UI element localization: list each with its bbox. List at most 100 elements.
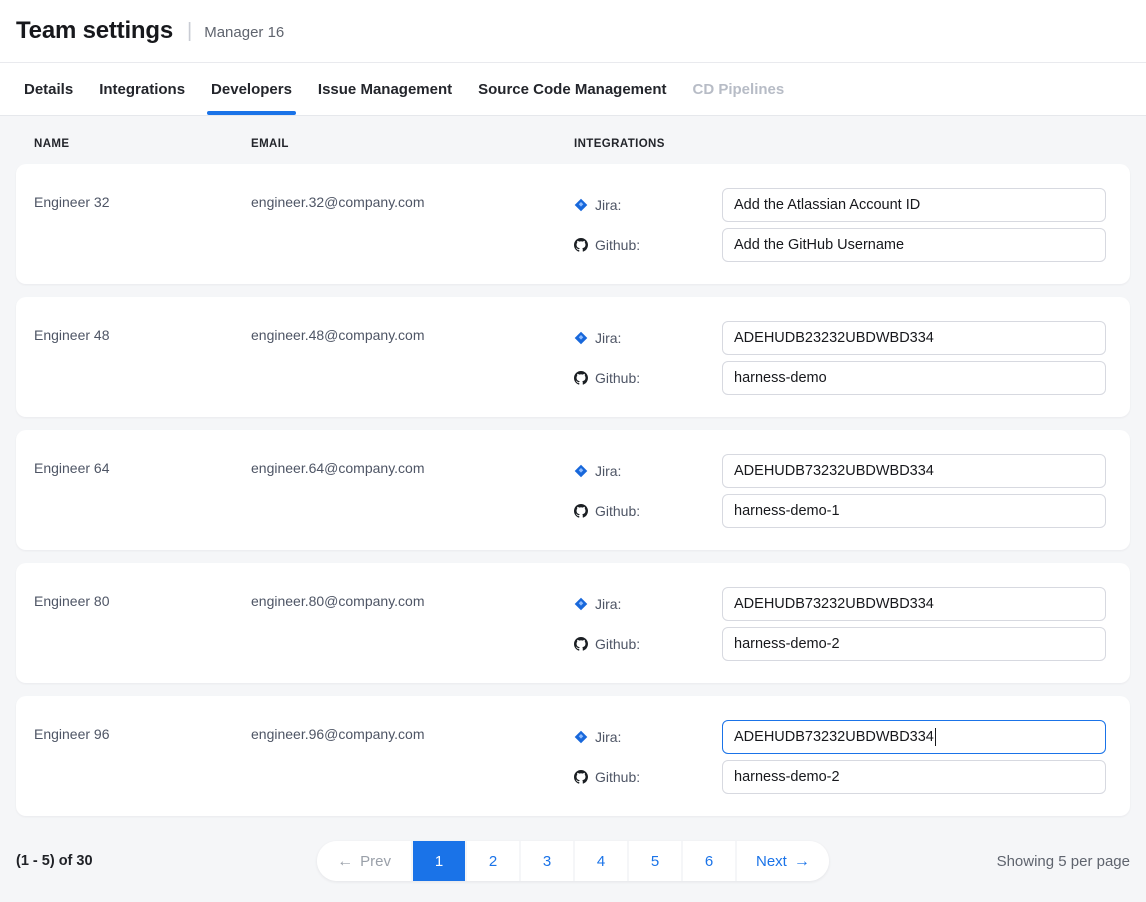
developer-name: Engineer 80: [34, 587, 251, 608]
integrations-cell: Jira: ADEHUDB73232UBDWBD334 Github: harn…: [574, 720, 1106, 794]
jira-integration-row: Jira: ADEHUDB73232UBDWBD334: [574, 720, 1106, 754]
github-label-text: Github:: [595, 769, 640, 785]
tab-source-code-management[interactable]: Source Code Management: [465, 63, 679, 115]
table-row: Engineer 32 engineer.32@company.com Jira…: [16, 164, 1130, 284]
tab-bar: Details Integrations Developers Issue Ma…: [0, 63, 1146, 116]
jira-label-text: Jira:: [595, 330, 621, 346]
page-title: Team settings: [16, 17, 173, 45]
page-button-4[interactable]: 4: [573, 841, 627, 881]
developer-name: Engineer 96: [34, 720, 251, 741]
github-integration-row: Github: harness-demo-2: [574, 760, 1106, 794]
jira-input-value: Add the Atlassian Account ID: [734, 197, 920, 213]
developer-email: engineer.96@company.com: [251, 720, 574, 741]
github-label-text: Github:: [595, 503, 640, 519]
github-username-input[interactable]: harness-demo-1: [722, 494, 1106, 528]
tab-integrations[interactable]: Integrations: [86, 63, 198, 115]
developer-email: engineer.32@company.com: [251, 188, 574, 209]
developers-table: NAME EMAIL INTEGRATIONS Engineer 32 engi…: [0, 116, 1146, 881]
per-page-text: Showing 5 per page: [829, 853, 1130, 870]
github-username-input[interactable]: harness-demo-2: [722, 627, 1106, 661]
github-label: Github:: [574, 503, 722, 519]
jira-integration-row: Jira: ADEHUDB73232UBDWBD334: [574, 454, 1106, 488]
table-row: Engineer 96 engineer.96@company.com Jira…: [16, 696, 1130, 816]
page-subtitle: Manager 16: [204, 22, 284, 41]
jira-input-value: ADEHUDB73232UBDWBD334: [734, 729, 934, 745]
jira-integration-row: Jira: ADEHUDB23232UBDWBD334: [574, 321, 1106, 355]
text-caret: [935, 728, 937, 746]
jira-account-id-input[interactable]: ADEHUDB23232UBDWBD334: [722, 321, 1106, 355]
github-label-text: Github:: [595, 237, 640, 253]
github-integration-row: Github: harness-demo-2: [574, 627, 1106, 661]
page-button-2[interactable]: 2: [465, 841, 519, 881]
developer-email: engineer.48@company.com: [251, 321, 574, 342]
table-header-row: NAME EMAIL INTEGRATIONS: [16, 116, 1130, 164]
github-label: Github:: [574, 636, 722, 652]
next-page-button[interactable]: Next →: [735, 841, 829, 881]
jira-integration-row: Jira: ADEHUDB73232UBDWBD334: [574, 587, 1106, 621]
page-button-6[interactable]: 6: [681, 841, 735, 881]
developer-name: Engineer 32: [34, 188, 251, 209]
github-mark-icon: [574, 371, 588, 385]
github-integration-row: Github: harness-demo-1: [574, 494, 1106, 528]
page-button-5[interactable]: 5: [627, 841, 681, 881]
jira-label: Jira:: [574, 596, 722, 612]
jira-diamond-icon: [574, 464, 588, 478]
integrations-cell: Jira: ADEHUDB73232UBDWBD334 Github: harn…: [574, 454, 1106, 528]
tab-cd-pipelines: CD Pipelines: [680, 63, 798, 115]
github-label: Github:: [574, 370, 722, 386]
jira-label: Jira:: [574, 330, 722, 346]
jira-label-text: Jira:: [595, 197, 621, 213]
github-username-input[interactable]: harness-demo: [722, 361, 1106, 395]
jira-input-value: ADEHUDB73232UBDWBD334: [734, 596, 934, 612]
pager: ← Prev 1 2 3 4 5 6 Next →: [317, 841, 829, 881]
github-label-text: Github:: [595, 636, 640, 652]
jira-account-id-input[interactable]: ADEHUDB73232UBDWBD334: [722, 587, 1106, 621]
page-button-1[interactable]: 1: [411, 841, 465, 881]
table-row: Engineer 48 engineer.48@company.com Jira…: [16, 297, 1130, 417]
github-username-input[interactable]: Add the GitHub Username: [722, 228, 1106, 262]
github-label: Github:: [574, 237, 722, 253]
jira-label: Jira:: [574, 729, 722, 745]
column-header-email: EMAIL: [251, 138, 574, 150]
table-row: Engineer 80 engineer.80@company.com Jira…: [16, 563, 1130, 683]
integrations-cell: Jira: Add the Atlassian Account ID Githu…: [574, 188, 1106, 262]
jira-account-id-input[interactable]: ADEHUDB73232UBDWBD334: [722, 454, 1106, 488]
jira-diamond-icon: [574, 331, 588, 345]
github-integration-row: Github: Add the GitHub Username: [574, 228, 1106, 262]
github-username-input[interactable]: harness-demo-2: [722, 760, 1106, 794]
jira-label: Jira:: [574, 197, 722, 213]
github-mark-icon: [574, 238, 588, 252]
page-header: Team settings | Manager 16: [0, 0, 1146, 63]
github-input-value: harness-demo-2: [734, 769, 840, 785]
tab-issue-management[interactable]: Issue Management: [305, 63, 465, 115]
prev-label: Prev: [360, 853, 391, 870]
jira-account-id-input[interactable]: Add the Atlassian Account ID: [722, 188, 1106, 222]
prev-page-button[interactable]: ← Prev: [317, 841, 411, 881]
jira-diamond-icon: [574, 730, 588, 744]
github-mark-icon: [574, 504, 588, 518]
jira-label-text: Jira:: [595, 729, 621, 745]
github-mark-icon: [574, 637, 588, 651]
jira-input-value: ADEHUDB73232UBDWBD334: [734, 463, 934, 479]
github-input-value: Add the GitHub Username: [734, 237, 904, 253]
github-integration-row: Github: harness-demo: [574, 361, 1106, 395]
jira-label: Jira:: [574, 463, 722, 479]
developer-email: engineer.64@company.com: [251, 454, 574, 475]
next-label: Next: [756, 853, 787, 870]
github-label-text: Github:: [595, 370, 640, 386]
tab-details[interactable]: Details: [11, 63, 86, 115]
jira-integration-row: Jira: Add the Atlassian Account ID: [574, 188, 1106, 222]
integrations-cell: Jira: ADEHUDB73232UBDWBD334 Github: harn…: [574, 587, 1106, 661]
tab-developers[interactable]: Developers: [198, 63, 305, 115]
github-input-value: harness-demo-2: [734, 636, 840, 652]
developer-name: Engineer 64: [34, 454, 251, 475]
result-count: (1 - 5) of 30: [16, 853, 317, 869]
jira-account-id-input-focused[interactable]: ADEHUDB73232UBDWBD334: [722, 720, 1106, 754]
developer-email: engineer.80@company.com: [251, 587, 574, 608]
jira-input-value: ADEHUDB23232UBDWBD334: [734, 330, 934, 346]
github-input-value: harness-demo: [734, 370, 827, 386]
jira-diamond-icon: [574, 198, 588, 212]
page-button-3[interactable]: 3: [519, 841, 573, 881]
jira-label-text: Jira:: [595, 596, 621, 612]
left-arrow-icon: ←: [337, 853, 353, 870]
